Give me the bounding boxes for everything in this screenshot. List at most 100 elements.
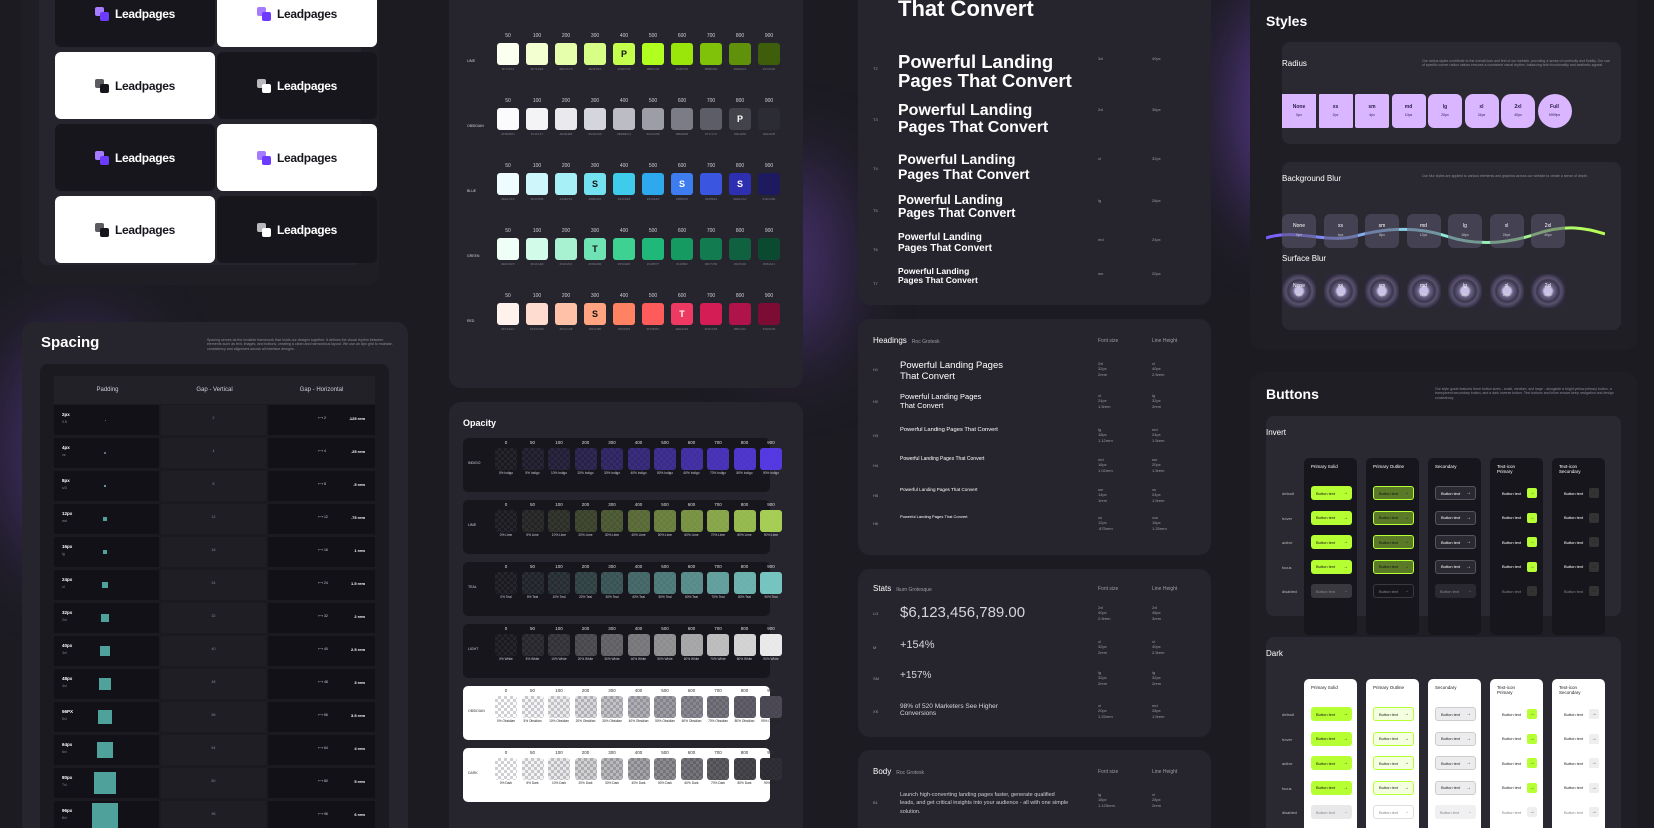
button-active[interactable]: Button text → <box>1559 756 1600 770</box>
opacity-swatch[interactable] <box>760 696 782 718</box>
button-hover[interactable]: Button text → <box>1373 510 1414 525</box>
opacity-swatch[interactable] <box>601 758 623 780</box>
opacity-swatch[interactable] <box>574 696 597 718</box>
opacity-swatch[interactable] <box>601 572 623 594</box>
palette-swatch[interactable] <box>584 43 606 65</box>
opacity-swatch[interactable] <box>707 634 729 656</box>
opacity-swatch[interactable] <box>733 572 756 594</box>
button-hover[interactable]: Button text → <box>1435 510 1476 525</box>
button-focus[interactable]: Button text → <box>1311 780 1352 795</box>
palette-swatch[interactable] <box>642 43 664 65</box>
opacity-swatch[interactable] <box>733 758 756 780</box>
opacity-swatch[interactable] <box>548 448 570 470</box>
opacity-swatch[interactable] <box>707 448 729 470</box>
palette-swatch[interactable] <box>613 173 635 195</box>
palette-swatch[interactable] <box>613 108 635 130</box>
palette-swatch[interactable] <box>642 238 664 260</box>
bg-blur-swatch-xl[interactable]: xl 24px <box>1489 214 1524 248</box>
opacity-swatch[interactable] <box>760 448 782 470</box>
button-active[interactable]: Button text → <box>1435 756 1476 770</box>
button-default[interactable]: Button text → <box>1497 707 1538 721</box>
opacity-swatch[interactable] <box>627 572 650 594</box>
button-active[interactable]: Button text → <box>1497 756 1538 770</box>
palette-swatch[interactable] <box>642 108 664 130</box>
opacity-swatch[interactable] <box>627 634 650 656</box>
button-disabled[interactable]: Button text → <box>1311 584 1352 598</box>
opacity-swatch[interactable] <box>495 696 517 718</box>
surface-blur-swatch-none[interactable]: None 0px <box>1282 274 1316 308</box>
opacity-swatch[interactable] <box>654 758 676 780</box>
opacity-swatch[interactable] <box>627 510 650 532</box>
button-default[interactable]: Button text → <box>1311 707 1352 721</box>
button-default[interactable]: Button text → <box>1311 486 1352 500</box>
opacity-swatch[interactable] <box>707 696 729 718</box>
opacity-swatch[interactable] <box>574 634 597 656</box>
opacity-swatch[interactable] <box>760 572 782 594</box>
button-active[interactable]: Button text → <box>1373 535 1414 549</box>
surface-blur-swatch-xs[interactable]: xs 4px <box>1323 274 1358 308</box>
palette-swatch[interactable] <box>700 108 722 130</box>
button-focus[interactable]: Button text → <box>1435 559 1476 574</box>
palette-swatch[interactable] <box>671 238 693 260</box>
opacity-swatch[interactable] <box>495 758 517 780</box>
palette-swatch[interactable] <box>729 238 751 260</box>
button-active[interactable]: Button text → <box>1311 535 1352 549</box>
radius-swatch-xl[interactable]: xl 24px <box>1464 94 1499 128</box>
opacity-swatch[interactable] <box>680 510 703 532</box>
opacity-swatch[interactable] <box>548 758 570 780</box>
opacity-swatch[interactable] <box>760 758 782 780</box>
surface-blur-swatch-lg[interactable]: lg 16px <box>1448 274 1482 308</box>
bg-blur-swatch-lg[interactable]: lg 16px <box>1448 214 1482 248</box>
opacity-swatch[interactable] <box>707 758 729 780</box>
bg-blur-swatch-2xl[interactable]: 2xl 40px <box>1531 214 1565 248</box>
button-hover[interactable]: Button text → <box>1373 731 1414 746</box>
palette-swatch[interactable] <box>758 173 780 195</box>
palette-swatch[interactable] <box>700 43 722 65</box>
opacity-swatch[interactable] <box>680 572 703 594</box>
surface-blur-swatch-xl[interactable]: xl 24px <box>1489 274 1524 308</box>
opacity-swatch[interactable] <box>574 448 597 470</box>
palette-swatch[interactable] <box>758 43 780 65</box>
surface-blur-swatch-2xl[interactable]: 2xl 40px <box>1531 274 1565 308</box>
opacity-swatch[interactable] <box>574 510 597 532</box>
opacity-swatch[interactable] <box>707 510 729 532</box>
opacity-swatch[interactable] <box>495 510 517 532</box>
palette-swatch[interactable]: S <box>584 173 606 195</box>
opacity-swatch[interactable] <box>574 572 597 594</box>
surface-blur-swatch-md[interactable]: md 12px <box>1406 274 1441 308</box>
palette-swatch[interactable] <box>584 108 606 130</box>
radius-swatch-lg[interactable]: lg 20px <box>1428 94 1462 128</box>
opacity-swatch[interactable] <box>680 448 703 470</box>
radius-swatch-full[interactable]: Full 9999px <box>1537 94 1572 128</box>
palette-swatch[interactable] <box>555 108 577 130</box>
opacity-swatch[interactable] <box>548 510 570 532</box>
button-disabled[interactable]: Button text → <box>1435 584 1476 598</box>
palette-swatch[interactable] <box>555 238 577 260</box>
button-default[interactable]: Button text → <box>1373 707 1414 721</box>
bg-blur-swatch-none[interactable]: None 0px <box>1282 214 1316 248</box>
palette-swatch[interactable] <box>526 303 548 325</box>
button-disabled[interactable]: Button text → <box>1497 805 1538 819</box>
opacity-swatch[interactable] <box>601 634 623 656</box>
palette-swatch[interactable] <box>526 108 548 130</box>
button-focus[interactable]: Button text → <box>1497 781 1538 795</box>
radius-swatch-md[interactable]: md 10px <box>1391 94 1426 128</box>
opacity-swatch[interactable] <box>654 448 676 470</box>
palette-swatch[interactable] <box>497 108 519 130</box>
opacity-swatch[interactable] <box>495 448 517 470</box>
palette-swatch[interactable]: P <box>729 108 751 130</box>
surface-blur-swatch-sm[interactable]: sm 8px <box>1365 274 1399 308</box>
button-hover[interactable]: Button text → <box>1559 732 1600 746</box>
opacity-swatch[interactable] <box>760 510 782 532</box>
opacity-swatch[interactable] <box>733 696 756 718</box>
button-active[interactable]: Button text → <box>1435 535 1476 549</box>
button-focus[interactable]: Button text → <box>1373 559 1414 574</box>
opacity-swatch[interactable] <box>680 758 703 780</box>
opacity-swatch[interactable] <box>601 696 623 718</box>
button-active[interactable]: Button text → <box>1559 535 1600 549</box>
opacity-swatch[interactable] <box>521 510 544 532</box>
bg-blur-swatch-xs[interactable]: xs 4px <box>1323 214 1358 248</box>
button-default[interactable]: Button text → <box>1497 486 1538 500</box>
button-active[interactable]: Button text → <box>1497 535 1538 549</box>
opacity-swatch[interactable] <box>654 696 676 718</box>
